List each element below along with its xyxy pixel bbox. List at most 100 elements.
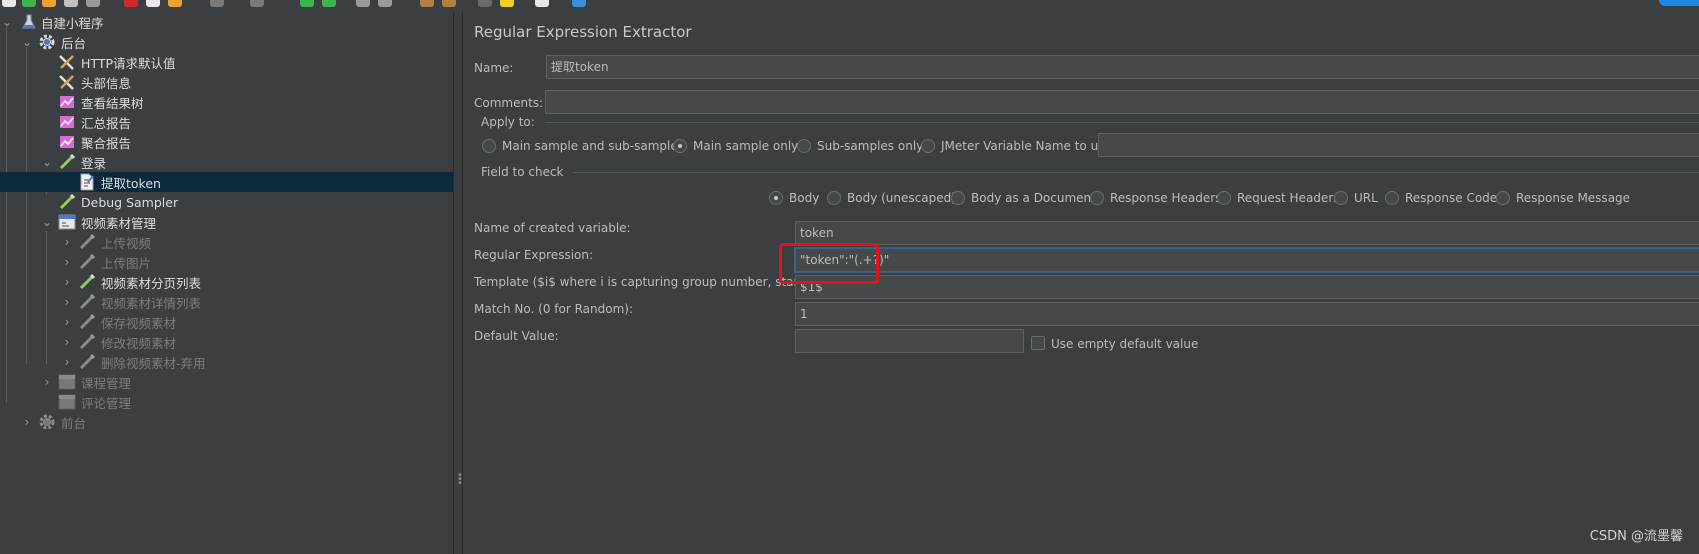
radio-circle[interactable]: [482, 139, 496, 153]
tree-item-results-tree[interactable]: 查看结果树: [0, 92, 453, 112]
chevron-down-icon[interactable]: ⌄: [1, 15, 13, 29]
radio-circle[interactable]: [1385, 191, 1399, 205]
redo-icon[interactable]: [250, 0, 264, 7]
radio-circle[interactable]: [1090, 191, 1104, 205]
chevron-down-icon[interactable]: ⌄: [41, 215, 53, 229]
chevron-down-icon[interactable]: ⌄: [21, 35, 33, 49]
tree-item-label: 前台: [61, 415, 87, 431]
radio-circle[interactable]: [921, 139, 935, 153]
tree-item-frontend[interactable]: › 前台: [0, 412, 453, 432]
tree-item-aggregate-report[interactable]: 聚合报告: [0, 132, 453, 152]
radio-label: Main sample and sub-samples: [502, 139, 684, 153]
radio-circle[interactable]: [1217, 191, 1231, 205]
radio-circle[interactable]: [1334, 191, 1348, 205]
radio-main-and-sub[interactable]: Main sample and sub-samples: [482, 139, 684, 153]
start-icon[interactable]: [300, 0, 314, 7]
chevron-right-icon[interactable]: ›: [61, 315, 73, 329]
tree-item-extract-token[interactable]: 提取token: [0, 172, 453, 192]
match-no-field[interactable]: 1: [795, 302, 1699, 326]
radio-response-headers[interactable]: Response Headers: [1090, 191, 1221, 205]
tree-item-video-detail-list[interactable]: › 视频素材详情列表: [0, 292, 453, 312]
tree-item-edit-video[interactable]: › 修改视频素材: [0, 332, 453, 352]
radio-body-as-document[interactable]: Body as a Document: [951, 191, 1096, 205]
tree-item-video-page-list[interactable]: › 视频素材分页列表: [0, 272, 453, 292]
paste-icon[interactable]: [168, 0, 182, 7]
radio-jmeter-variable[interactable]: JMeter Variable Name to use: [921, 139, 1112, 153]
radio-circle[interactable]: [951, 191, 965, 205]
tree-item-label: 视频素材详情列表: [101, 295, 202, 311]
radio-circle-selected[interactable]: [769, 191, 783, 205]
chevron-right-icon[interactable]: ›: [61, 335, 73, 349]
radio-body-unescaped[interactable]: Body (unescaped): [827, 191, 956, 205]
name-field[interactable]: 提取token: [546, 55, 1699, 79]
radio-label: Request Headers: [1237, 191, 1340, 205]
chevron-right-icon[interactable]: ›: [61, 275, 73, 289]
radio-url[interactable]: URL: [1334, 191, 1378, 205]
tree-item-save-video[interactable]: › 保存视频素材: [0, 312, 453, 332]
tree-item-summary-report[interactable]: 汇总报告: [0, 112, 453, 132]
chevron-right-icon[interactable]: ›: [61, 355, 73, 369]
chevron-right-icon[interactable]: ›: [61, 295, 73, 309]
chevron-right-icon[interactable]: ›: [41, 375, 53, 389]
templates-icon[interactable]: [22, 0, 36, 7]
clear-icon[interactable]: [420, 0, 434, 7]
undo-icon[interactable]: [210, 0, 224, 7]
pipette-icon: [78, 253, 96, 271]
chevron-down-icon[interactable]: ⌄: [41, 155, 53, 169]
radio-circle[interactable]: [827, 191, 841, 205]
radio-circle[interactable]: [797, 139, 811, 153]
radio-circle[interactable]: [1496, 191, 1510, 205]
tree-item-upload-video[interactable]: › 上传视频: [0, 232, 453, 252]
tree-item-login[interactable]: ⌄ 登录: [0, 152, 453, 172]
tree-item-delete-video[interactable]: › 删除视频素材-弃用: [0, 352, 453, 372]
radio-sub-only[interactable]: Sub-samples only: [797, 139, 923, 153]
radio-request-headers[interactable]: Request Headers: [1217, 191, 1340, 205]
radio-label: Response Code: [1405, 191, 1498, 205]
radio-circle-selected[interactable]: [673, 139, 687, 153]
new-icon[interactable]: [2, 0, 16, 7]
tree-item-comment-management[interactable]: 评论管理: [0, 392, 453, 412]
cut-icon[interactable]: [124, 0, 138, 7]
radio-label: URL: [1354, 191, 1378, 205]
radio-body[interactable]: Body: [769, 191, 819, 205]
tree-item-http-defaults[interactable]: HTTP请求默认值: [0, 52, 453, 72]
tree-item-debug-sampler[interactable]: Debug Sampler: [0, 192, 453, 212]
open-icon[interactable]: [42, 0, 56, 7]
help-icon[interactable]: [572, 0, 586, 7]
jmeter-variable-field[interactable]: [1098, 133, 1699, 157]
save-icon[interactable]: [64, 0, 78, 7]
panel-splitter[interactable]: • • •: [453, 11, 463, 554]
radio-response-code[interactable]: Response Code: [1385, 191, 1497, 205]
tree-item-label: 自建小程序: [41, 15, 104, 31]
tree-item-video-material[interactable]: ⌄ 视频素材管理: [0, 212, 453, 232]
use-empty-default-checkbox[interactable]: [1031, 336, 1045, 350]
chevron-right-icon[interactable]: ›: [61, 255, 73, 269]
default-value-field[interactable]: [795, 329, 1024, 353]
tree-item-header-info[interactable]: 头部信息: [0, 72, 453, 92]
save-as-icon[interactable]: [86, 0, 100, 7]
tree-item-course-management[interactable]: › 课程管理: [0, 372, 453, 392]
search-icon[interactable]: [478, 0, 492, 7]
stop-icon[interactable]: [356, 0, 370, 7]
tools-icon: [58, 53, 76, 71]
template-field[interactable]: $1$: [795, 275, 1699, 299]
tree-item-test-plan[interactable]: ⌄ 自建小程序: [0, 12, 453, 32]
tree-item-upload-image[interactable]: › 上传图片: [0, 252, 453, 272]
chevron-right-icon[interactable]: ›: [61, 235, 73, 249]
radio-main-only[interactable]: Main sample only: [673, 139, 798, 153]
tree-item-backend[interactable]: ⌄ 后台: [0, 32, 453, 52]
radio-response-message[interactable]: Response Message: [1496, 191, 1630, 205]
start-no-pause-icon[interactable]: [322, 0, 336, 7]
radio-label: Response Headers: [1110, 191, 1222, 205]
regex-field[interactable]: "token":"(.+?)": [795, 248, 1699, 272]
variable-name-field[interactable]: token: [795, 221, 1699, 245]
function-helper-icon[interactable]: [535, 0, 549, 7]
clear-all-icon[interactable]: [442, 0, 456, 7]
comments-field[interactable]: [545, 90, 1699, 114]
test-plan-tree[interactable]: ⌄ 自建小程序 ⌄ 后台 HTTP请求默认值 头部信息 查看结果树 汇总报告 聚…: [0, 11, 453, 554]
copy-icon[interactable]: [146, 0, 160, 7]
reset-search-icon[interactable]: [500, 0, 514, 7]
radio-label: Sub-samples only: [817, 139, 924, 153]
shutdown-icon[interactable]: [378, 0, 392, 7]
chevron-right-icon[interactable]: ›: [21, 415, 33, 429]
